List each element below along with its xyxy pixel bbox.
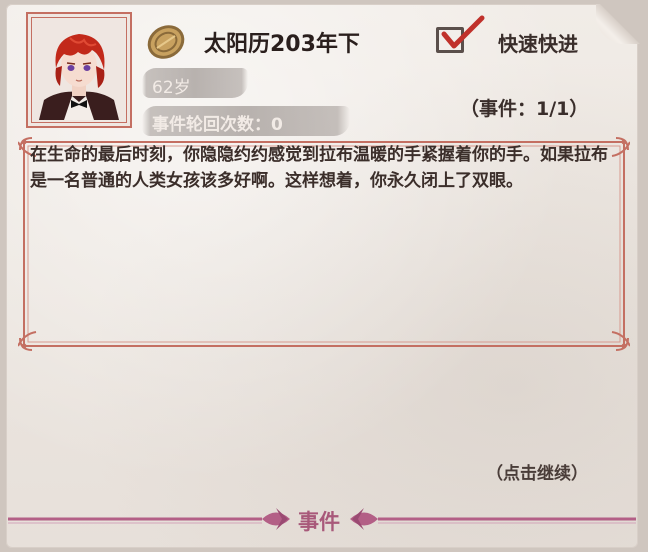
calendar-date: 太阳历203年下 [204, 32, 360, 57]
event-loop-count: 事件轮回次数：0 [152, 115, 283, 135]
checkmark-icon [441, 15, 485, 49]
footer-event-label: 事件 [298, 510, 340, 534]
click-to-continue[interactable]: （点击继续） [486, 459, 588, 484]
age-label: 62岁 [152, 78, 191, 98]
story-text: 在生命的最后时刻，你隐隐约约感觉到拉布温暖的手紧握着你的手。如果拉布是一名普通的… [30, 145, 608, 191]
character-portrait-frame [26, 12, 132, 128]
coin-icon [147, 25, 185, 59]
event-counter: （事件：1/1） [460, 98, 589, 120]
character-portrait [34, 20, 124, 120]
fast-forward-label[interactable]: 快速快进 [498, 28, 578, 57]
